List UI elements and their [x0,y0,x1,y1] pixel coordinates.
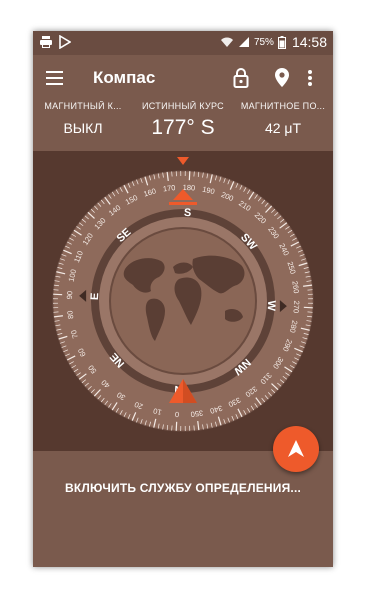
location-pin-icon[interactable] [273,67,291,89]
degree-label: 170 [162,183,176,193]
true-course-value: 177° S [151,116,215,139]
degree-label: 80 [65,310,75,319]
app-bar: Компас [33,55,333,101]
degree-label: 260 [290,280,300,294]
more-options-icon[interactable] [305,67,315,89]
stats-row: МАГНИТНЫЙ К... ВЫКЛ ИСТИННЫЙ КУРС 177° S… [33,101,333,151]
battery-percent: 75% [253,36,274,48]
navigation-arrow-icon [288,440,304,457]
true-course-stat: ИСТИННЫЙ КУРС 177° S [133,101,233,140]
lock-icon[interactable] [231,67,251,89]
degree-label: 90 [65,291,74,300]
status-bar: 75% 14:58 [33,31,333,55]
menu-icon[interactable] [43,67,67,89]
degree-label: 270 [292,300,302,313]
compass-dial[interactable]: 0102030405060708090100110120130140150160… [33,151,333,451]
play-store-icon [59,35,71,49]
navigate-fab[interactable] [273,426,319,472]
direction-label-w: W [265,300,278,312]
app-title: Компас [93,68,156,87]
wifi-icon [220,37,233,47]
status-time: 14:58 [291,34,327,50]
compass-area: 0 10 20 30 40 50 60 70 80 90 100 110 120 130 140 150 160… [33,151,333,451]
phone-screen: 75% 14:58 Компас МАГНИТНЫЙ К... ВЫКЛ ИСТ… [33,31,333,567]
magnetic-field-label: МАГНИТНОЕ ПО... [240,101,326,111]
signal-icon [238,37,249,47]
degree-label: 350 [190,408,204,418]
enable-location-button[interactable]: ВКЛЮЧИТЬ СЛУЖБУ ОПРЕДЕЛЕНИЯ... [33,481,333,495]
magnetic-course-label: МАГНИТНЫЙ К... [44,101,122,111]
top-heading-pointer [177,157,189,165]
print-icon [40,36,52,48]
magnetic-field-value: 42 μT [264,120,302,136]
true-course-label: ИСТИННЫЙ КУРС [142,101,224,111]
direction-label-e: E [89,292,101,300]
magnetic-course-stat[interactable]: МАГНИТНЫЙ К... ВЫКЛ [33,101,133,136]
direction-label-s: S [184,207,192,219]
battery-icon [277,35,286,49]
magnetic-field-stat: МАГНИТНОЕ ПО... 42 μT [233,101,333,136]
degree-label: 0 [175,410,180,419]
magnetic-course-value: ВЫКЛ [63,120,103,136]
